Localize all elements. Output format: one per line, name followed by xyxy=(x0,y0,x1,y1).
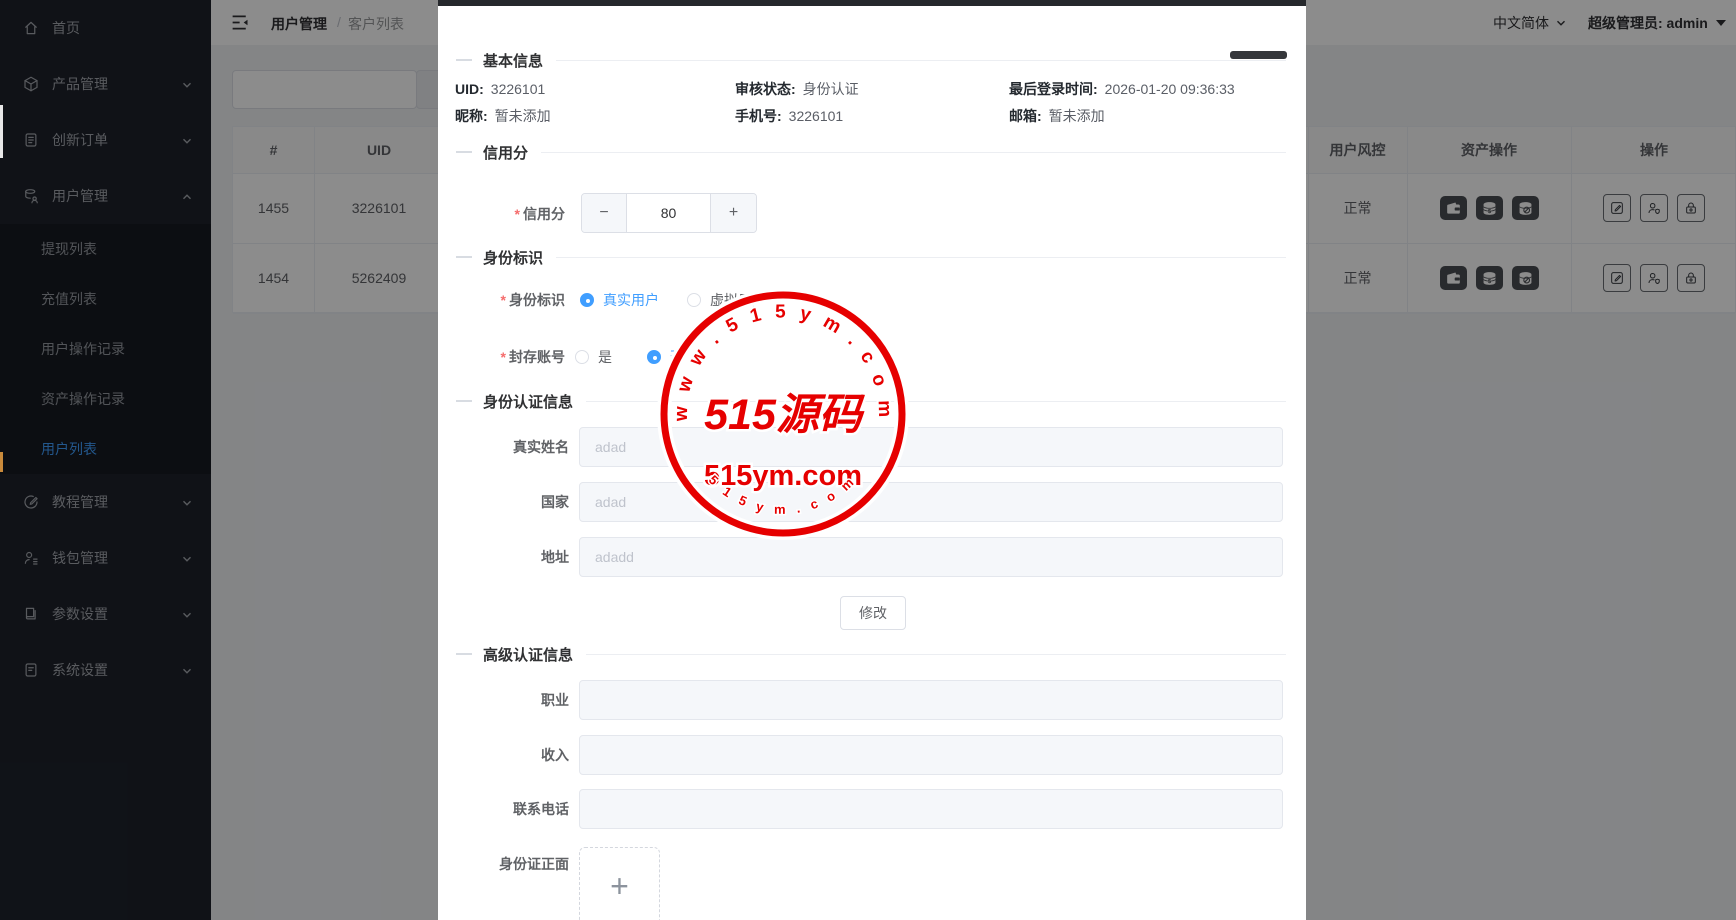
advanced-field-input[interactable] xyxy=(579,789,1283,829)
radio-selected-icon xyxy=(647,350,661,364)
advanced-field-label: 收入 xyxy=(438,735,569,775)
auth-field-label: 国家 xyxy=(438,482,569,522)
radio-selected-icon xyxy=(580,293,594,307)
radio-option[interactable]: 虚拟用户 xyxy=(687,290,766,310)
app-root: { "sidebar": { "active_color": "#409eff"… xyxy=(0,0,1736,920)
basic-info-field: 手机号:3226101 xyxy=(735,107,843,125)
basic-info-field: 邮箱:暂未添加 xyxy=(1009,107,1105,125)
radio-option-label: 真实用户 xyxy=(603,290,659,310)
basic-info-field: UID:3226101 xyxy=(455,80,545,98)
scrollbar-artifact-orange xyxy=(0,452,3,472)
radio-unselected-icon xyxy=(687,293,701,307)
credit-score-value[interactable]: 80 xyxy=(627,194,710,232)
section-identity-flag: 身份标识 xyxy=(456,247,1286,267)
auth-field-label: 真实姓名 xyxy=(438,427,569,467)
radio-option[interactable]: 真实用户 xyxy=(580,290,659,310)
basic-info-field: 昵称:暂未添加 xyxy=(455,107,551,125)
auth-field-input[interactable] xyxy=(579,537,1283,577)
plus-icon: + xyxy=(610,870,629,902)
advanced-field-label: 联系电话 xyxy=(438,789,569,829)
basic-info-field: 最后登录时间:2026-01-20 09:36:33 xyxy=(1009,80,1235,98)
radio-group: 真实用户 虚拟用户 xyxy=(438,290,938,310)
section-auth-info: 身份认证信息 xyxy=(456,391,1286,411)
basic-info-field: 审核状态:身份认证 xyxy=(735,80,859,98)
stepper-decrease-button[interactable]: − xyxy=(582,194,627,232)
credit-score-stepper: − 80 + xyxy=(581,193,757,233)
stepper-increase-button[interactable]: + xyxy=(710,194,756,232)
scrollbar-artifact-light xyxy=(0,105,3,158)
radio-option-label: 虚拟用户 xyxy=(710,290,766,310)
section-basic-info: 基本信息 xyxy=(456,50,1286,70)
credit-score-label: *信用分 xyxy=(438,204,565,224)
radio-option-label: 否 xyxy=(670,347,684,367)
modal-top-strip xyxy=(438,0,1306,6)
auth-field-label: 地址 xyxy=(438,537,569,577)
section-advanced-info: 高级认证信息 xyxy=(456,644,1286,664)
radio-option[interactable]: 否 xyxy=(647,347,684,367)
radio-option-label: 是 xyxy=(598,347,612,367)
auth-field-input[interactable] xyxy=(579,427,1283,467)
radio-option[interactable]: 是 xyxy=(575,347,612,367)
advanced-field-input[interactable] xyxy=(579,735,1283,775)
radio-unselected-icon xyxy=(575,350,589,364)
id-card-upload[interactable]: + xyxy=(579,847,660,920)
modal-scroll-chip xyxy=(1230,51,1287,59)
advanced-field-label: 职业 xyxy=(438,680,569,720)
advanced-field-input[interactable] xyxy=(579,680,1283,720)
modify-button[interactable]: 修改 xyxy=(840,596,906,630)
id-card-front-label: 身份证正面 xyxy=(438,844,569,884)
radio-group: 是否 xyxy=(438,347,938,367)
auth-field-input[interactable] xyxy=(579,482,1283,522)
user-edit-dialog: 基本信息 UID:3226101 审核状态:身份认证 最后登录时间:2026-01-… xyxy=(438,6,1306,920)
section-credit-score: 信用分 xyxy=(456,142,1286,162)
